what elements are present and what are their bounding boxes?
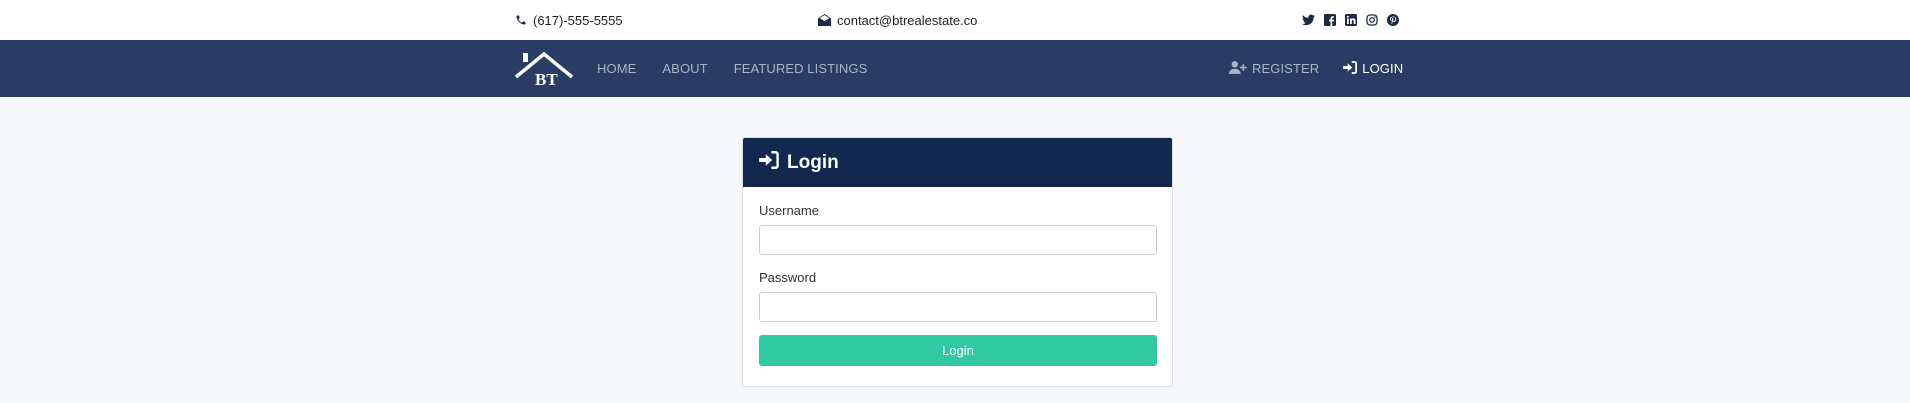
- pinterest-icon[interactable]: [1387, 14, 1399, 26]
- primary-nav: HOME ABOUT FEATURED LISTINGS: [597, 40, 893, 97]
- phone-icon: [515, 14, 527, 26]
- nav-featured-listings[interactable]: FEATURED LISTINGS: [734, 61, 868, 76]
- login-submit-button[interactable]: Login: [759, 335, 1157, 366]
- facebook-icon[interactable]: [1324, 14, 1336, 26]
- bt-logo[interactable]: BT: [514, 49, 574, 89]
- envelope-open-icon: [818, 14, 831, 26]
- linkedin-icon[interactable]: [1345, 14, 1357, 26]
- password-input[interactable]: [759, 292, 1157, 322]
- login-form: Username Password Login: [743, 187, 1172, 366]
- logo-text: BT: [535, 70, 558, 89]
- nav-login[interactable]: LOGIN: [1343, 60, 1404, 77]
- social-links: [1302, 0, 1399, 40]
- register-label: REGISTER: [1252, 61, 1320, 76]
- phone-number: (617)-555-5555: [533, 12, 623, 28]
- login-label: LOGIN: [1362, 61, 1404, 76]
- top-contact-bar: (617)-555-5555 contact@btrealestate.co: [0, 0, 1910, 40]
- phone-contact: (617)-555-5555: [515, 0, 623, 40]
- main-navbar: BT HOME ABOUT FEATURED LISTINGS REGISTER…: [0, 40, 1910, 97]
- login-card: Login Username Password Login: [742, 137, 1173, 387]
- email-address: contact@btrealestate.co: [837, 12, 978, 28]
- nav-about[interactable]: ABOUT: [662, 61, 707, 76]
- twitter-icon[interactable]: [1302, 14, 1315, 26]
- login-card-title: Login: [787, 151, 839, 173]
- nav-register[interactable]: REGISTER: [1229, 60, 1320, 77]
- password-label: Password: [759, 270, 817, 285]
- nav-home[interactable]: HOME: [597, 61, 636, 76]
- username-input[interactable]: [759, 225, 1157, 255]
- email-contact: contact@btrealestate.co: [818, 0, 977, 40]
- instagram-icon[interactable]: [1366, 14, 1378, 26]
- account-nav: REGISTER LOGIN: [1229, 40, 1403, 97]
- username-label: Username: [759, 203, 819, 218]
- sign-in-icon: [759, 150, 779, 175]
- sign-in-icon: [1343, 60, 1358, 77]
- login-card-header: Login: [743, 138, 1172, 187]
- user-plus-icon: [1229, 60, 1247, 77]
